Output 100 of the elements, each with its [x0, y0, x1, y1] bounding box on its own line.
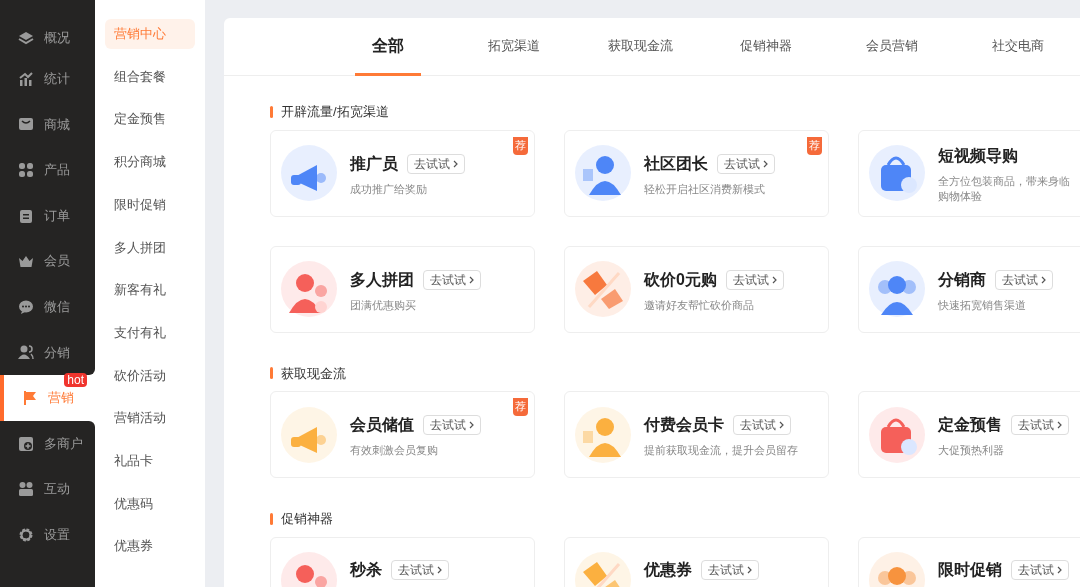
submenu-item[interactable]: 多人拼团 [105, 232, 195, 263]
try-button[interactable]: 去试试 [725, 269, 784, 290]
submenu-item[interactable]: 组合套餐 [105, 61, 195, 92]
chevron-icon [1041, 275, 1046, 284]
submenu-item[interactable]: 积分商城 [105, 147, 195, 177]
feature-icon [281, 145, 337, 201]
card-description: 大促预热利器 [938, 443, 1005, 458]
nav-icon [22, 389, 38, 406]
tab[interactable]: 全部 [355, 18, 421, 76]
try-button[interactable]: 去试试 [423, 269, 481, 290]
card-description: 成功推广给奖励 [350, 181, 428, 197]
card-title: 推广员 [350, 153, 398, 174]
nav-label: 产品 [44, 161, 70, 180]
nav-icon [18, 207, 34, 224]
nav-item[interactable]: 商城 [0, 101, 95, 148]
recommend-badge: 荐 [807, 136, 822, 155]
nav-label: 商城 [44, 115, 70, 134]
try-button[interactable]: 去试试 [995, 269, 1053, 290]
submenu-item[interactable]: 定金预售 [105, 104, 195, 135]
nav-item[interactable]: 多商户 [0, 420, 95, 467]
nav-icon [18, 116, 34, 133]
feature-icon [869, 261, 925, 317]
card-title: 限时促销 [938, 560, 1002, 580]
hot-badge: hot [64, 373, 87, 388]
nav-label: 分销 [44, 343, 70, 362]
card-description: 全方位包装商品，带来身临 购物体验 [938, 174, 1070, 204]
submenu-item[interactable]: 营销活动 [105, 403, 195, 433]
nav-label: 订单 [44, 206, 70, 225]
recommend-badge: 荐 [513, 136, 528, 155]
nav-label: 互动 [44, 480, 70, 499]
try-button[interactable]: 去试试 [391, 560, 449, 580]
nav-label: 微信 [44, 298, 70, 316]
nav-item[interactable]: 订单 [0, 192, 95, 239]
card-description: 邀请好友帮忙砍价商品 [644, 297, 755, 313]
card-description: 提前获取现金流，提升会员留存 [644, 443, 798, 458]
try-button[interactable]: 去试试 [407, 153, 465, 174]
feature-card[interactable]: 会员储值 去试试 有效刺激会员复购 荐 [270, 391, 535, 478]
card-description: 有效刺激会员复购 [350, 443, 439, 458]
tab[interactable]: 社交电商 [975, 18, 1061, 76]
feature-card[interactable]: 优惠券 去试试 [564, 536, 829, 587]
feature-icon [281, 261, 337, 317]
submenu-item[interactable]: 优惠码 [105, 488, 195, 519]
nav-item[interactable]: 互动 [0, 466, 95, 512]
submenu-item[interactable]: 礼品卡 [105, 445, 195, 476]
feature-card[interactable]: 秒杀 去试试 [270, 536, 535, 587]
card-title: 短视频导购 [938, 146, 1018, 166]
chevron-icon [771, 275, 777, 284]
feature-card[interactable]: 社区团长 去试试 轻松开启社区消费新模式 荐 [564, 129, 829, 217]
recommend-badge: 荐 [513, 398, 528, 416]
chevron-icon [1057, 421, 1062, 429]
submenu-item[interactable]: 限时促销 [105, 189, 195, 220]
tab[interactable]: 获取现金流 [590, 18, 690, 76]
chevron-icon [437, 566, 442, 574]
chevron-icon [469, 275, 474, 284]
chevron-icon [469, 421, 474, 429]
feature-card[interactable]: 砍价0元购 去试试 邀请好友帮忙砍价商品 [564, 245, 829, 333]
feature-card[interactable]: 付费会员卡 去试试 提前获取现金流，提升会员留存 [564, 391, 829, 478]
feature-icon [869, 145, 925, 201]
nav-label: 营销 [48, 389, 74, 408]
feature-icon [869, 406, 925, 463]
try-button[interactable]: 去试试 [701, 560, 759, 580]
card-title: 付费会员卡 [644, 415, 724, 435]
submenu-item[interactable]: 砍价活动 [105, 360, 195, 391]
nav-item[interactable]: 微信 [0, 283, 95, 330]
feature-card[interactable]: 推广员 去试试 成功推广给奖励 荐 [270, 129, 535, 217]
section-marker [270, 367, 273, 380]
card-title: 优惠券 [644, 560, 692, 580]
nav-item[interactable]: 分销 [0, 329, 95, 376]
submenu-item[interactable]: 优惠券 [105, 531, 195, 561]
nav-item[interactable]: 设置 [0, 511, 95, 558]
card-description: 团满优惠购买 [350, 297, 417, 313]
try-button[interactable]: 去试试 [1011, 560, 1069, 580]
card-description: 轻松开启社区消费新模式 [644, 181, 766, 197]
nav-item[interactable]: 产品 [0, 147, 95, 193]
tab[interactable]: 会员营销 [849, 18, 935, 76]
chevron-icon [453, 159, 458, 168]
try-button[interactable]: 去试试 [1011, 415, 1069, 435]
tab[interactable]: 拓宽渠道 [471, 18, 557, 76]
try-button[interactable]: 去试试 [423, 415, 481, 435]
try-button[interactable]: 去试试 [733, 415, 791, 435]
submenu-item[interactable]: 新客有礼 [105, 275, 195, 305]
nav-icon [18, 344, 34, 361]
nav-item[interactable]: 统计 [0, 56, 95, 102]
tab[interactable]: 促销神器 [723, 18, 809, 76]
nav-item[interactable]: 会员 [0, 238, 95, 284]
try-button[interactable]: 去试试 [717, 153, 775, 174]
feature-card[interactable]: 短视频导购 全方位包装商品，带来身临 购物体验 [858, 129, 1080, 217]
feature-card[interactable]: 限时促销 去试试 [858, 536, 1080, 587]
nav-item[interactable]: 概况 [0, 0, 95, 56]
submenu-item[interactable]: 支付有礼 [105, 317, 195, 348]
feature-icon [281, 406, 337, 463]
card-title: 定金预售 [938, 415, 1002, 435]
feature-card[interactable]: 分销商 去试试 快速拓宽销售渠道 [858, 245, 1080, 333]
nav-icon [18, 30, 34, 46]
feature-card[interactable]: 多人拼团 去试试 团满优惠购买 [270, 245, 535, 333]
card-title: 多人拼团 [350, 269, 414, 290]
nav-label: 设置 [44, 526, 70, 544]
feature-card[interactable]: 定金预售 去试试 大促预热利器 [858, 391, 1080, 478]
feature-icon [575, 261, 631, 317]
section-marker [270, 105, 273, 118]
